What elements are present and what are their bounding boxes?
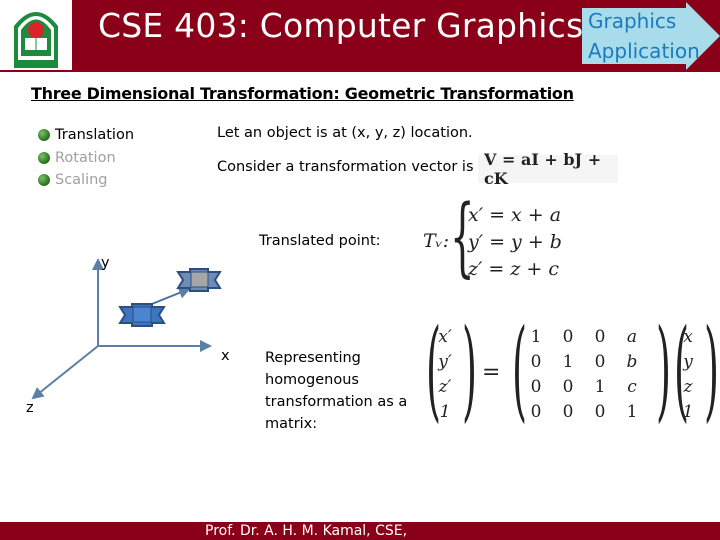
equation-y: y′ = y + b bbox=[468, 231, 562, 253]
original-object-icon bbox=[118, 303, 166, 327]
matrix-cell: c bbox=[627, 377, 637, 397]
x-axis-label: x bbox=[221, 348, 230, 364]
matrix-cell: 0 bbox=[594, 327, 606, 347]
matrix-cell: 0 bbox=[562, 402, 574, 422]
course-title: CSE 403: Computer Graphics bbox=[98, 6, 584, 45]
matrix-cell: x bbox=[683, 327, 693, 347]
equals-sign: = bbox=[482, 360, 501, 385]
equation-list: x′ = x + a y′ = y + b z′ = z + c bbox=[468, 202, 562, 283]
vector-formula: V = aI + bJ + cK bbox=[478, 150, 618, 188]
matrix-cell: 1 bbox=[530, 327, 542, 347]
matrix-cell: y bbox=[683, 352, 693, 372]
topic-item-scaling: Scaling bbox=[38, 169, 134, 192]
matrix-cell: 0 bbox=[530, 402, 542, 422]
tv-symbol: Tᵥ: bbox=[423, 230, 450, 252]
matrix-cell: z′ bbox=[438, 377, 452, 397]
lhs-vector: x′ y′ z′ 1 bbox=[432, 325, 458, 425]
matrix-cell: 0 bbox=[594, 402, 606, 422]
axes-diagram bbox=[31, 258, 222, 400]
matrix-cell: 1 bbox=[682, 402, 694, 422]
topic-label: Scaling bbox=[55, 172, 108, 189]
topic-label: Rotation bbox=[55, 149, 116, 166]
right-paren: ) bbox=[461, 305, 477, 433]
header-bar: CSE 403: Computer Graphics Graphics Appl… bbox=[0, 0, 720, 72]
matrix-cell: 1 bbox=[562, 352, 574, 372]
matrix-cell: 0 bbox=[594, 352, 606, 372]
matrix-cell: 0 bbox=[530, 377, 542, 397]
equation-x: x′ = x + a bbox=[468, 204, 562, 226]
object-location-text: Let an object is at (x, y, z) location. bbox=[217, 125, 473, 141]
right-paren: ) bbox=[703, 305, 719, 433]
topic-item-rotation: Rotation bbox=[38, 147, 134, 170]
z-axis-label: z bbox=[26, 400, 34, 416]
crest-icon bbox=[14, 12, 58, 68]
homogeneous-matrix: ( x′ y′ z′ 1 ) = ( 1 0 0 a 0 1 0 b 0 0 1… bbox=[420, 314, 719, 435]
transformation-vector-text: Consider a transformation vector is bbox=[217, 159, 474, 175]
translated-point-label: Translated point: bbox=[259, 233, 381, 249]
matrix-cell: a bbox=[626, 327, 638, 347]
university-logo bbox=[0, 0, 72, 70]
matrix-cell: 1 bbox=[594, 377, 606, 397]
slide-subtitle: Three Dimensional Transformation: Geomet… bbox=[31, 84, 574, 103]
topic-list: Translation Rotation Scaling bbox=[38, 124, 134, 192]
matrix-cell: 0 bbox=[530, 352, 542, 372]
footer-bar: Prof. Dr. A. H. M. Kamal, CSE, bbox=[0, 522, 720, 540]
matrix-caption: Representing homogenous transformation a… bbox=[265, 350, 408, 432]
bullet-icon bbox=[38, 151, 50, 164]
tag-line-2: Application bbox=[588, 39, 700, 63]
matrix-cell: 0 bbox=[562, 327, 574, 347]
section-tag: Graphics Application bbox=[582, 2, 720, 70]
topic-item-translation: Translation bbox=[38, 124, 134, 147]
matrix-cell: z bbox=[683, 377, 693, 397]
translation-equations: Tᵥ: { x′ = x + a y′ = y + b z′ = z + c bbox=[420, 194, 570, 288]
y-axis-label: y bbox=[101, 255, 110, 271]
z-axis bbox=[31, 345, 99, 400]
tag-line-1: Graphics bbox=[588, 9, 677, 33]
topic-label: Translation bbox=[55, 127, 135, 144]
matrix-cell: 1 bbox=[626, 402, 638, 422]
matrix-cell: x′ bbox=[438, 327, 452, 347]
equation-z: z′ = z + c bbox=[468, 258, 559, 280]
footer-author: Prof. Dr. A. H. M. Kamal, CSE, bbox=[205, 523, 408, 539]
matrix-cell: 0 bbox=[562, 377, 574, 397]
transform-matrix: 1 0 0 a 0 1 0 b 0 0 1 c 0 0 0 1 bbox=[520, 325, 648, 425]
bullet-icon bbox=[38, 174, 50, 187]
section-tag-label: Graphics Application bbox=[588, 6, 700, 66]
matrix-cell: 1 bbox=[439, 402, 451, 422]
bullet-icon bbox=[38, 129, 50, 142]
matrix-cell: y′ bbox=[438, 352, 452, 372]
matrix-cell: b bbox=[626, 352, 638, 372]
translated-object-icon bbox=[176, 268, 222, 292]
rhs-vector: x y z 1 bbox=[678, 325, 698, 425]
right-paren: ) bbox=[655, 305, 671, 433]
